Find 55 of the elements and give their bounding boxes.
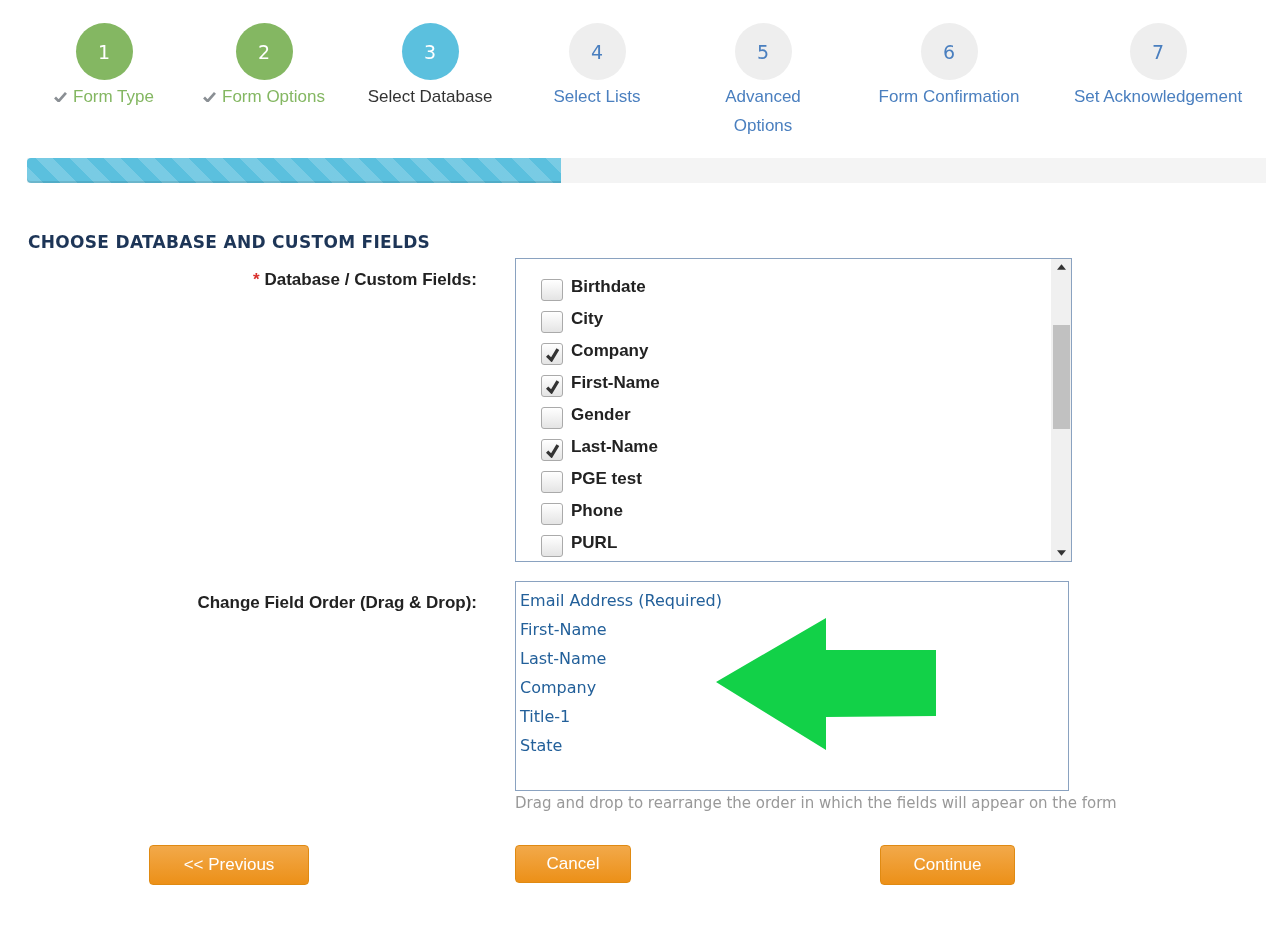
field-order-item[interactable]: Email Address (Required) [520,586,722,615]
checkbox-label: Company [571,341,649,361]
field-order-item[interactable]: Title-1 [520,702,571,731]
checkbox[interactable] [541,279,563,301]
checkbox-label: Phone [571,501,623,521]
step-number[interactable]: 1 [75,23,133,80]
step-label[interactable]: Form Confirmation [878,82,1020,111]
field-order-item[interactable]: Company [520,673,597,702]
step-label[interactable]: Select Lists [553,82,641,111]
checkbox-label: City [571,309,604,329]
step-number[interactable]: 5 [734,23,792,80]
field-order-item[interactable]: Last-Name [520,644,607,673]
checkbox-label: First-Name [571,373,660,393]
scrollbar[interactable] [1051,259,1071,561]
continue-button[interactable]: Continue [880,845,1015,885]
field-order-list[interactable]: Email Address (Required) First-Name Last-Name Company Title-1 State [515,581,1069,791]
checkbox-label: Last-Name [571,437,658,457]
step-number[interactable]: 4 [568,23,626,80]
step-label[interactable]: Form Type [73,82,154,111]
checkbox[interactable] [541,343,563,365]
checkbox[interactable] [541,439,563,461]
checkbox-label: Gender [571,405,631,425]
cancel-button[interactable]: Cancel [515,845,631,883]
checkbox[interactable] [541,407,563,429]
step-number[interactable]: 2 [235,23,293,80]
step-number[interactable]: 7 [1129,23,1187,80]
checkbox[interactable] [541,375,563,397]
field-order-item[interactable]: First-Name [520,615,607,644]
field-label: Change Field Order (Drag & Drop): [197,593,477,612]
checkbox[interactable] [541,503,563,525]
checkbox-label: PURL [571,533,618,553]
step-number[interactable]: 3 [401,23,459,80]
check-icon [203,92,216,102]
step-label[interactable]: Advanced Options [713,82,813,140]
step-label[interactable]: Select Database [367,82,493,111]
field-label: Database / Custom Fields: [264,270,477,289]
checkbox-label: Birthdate [571,277,646,297]
step-label[interactable]: Form Options [222,82,325,111]
previous-button[interactable]: << Previous [149,845,309,885]
required-mark: * [253,270,260,289]
check-icon [54,92,68,102]
custom-fields-list[interactable]: Birthdate City Company First-Name Gender Last-Name PGE test Phone PURL [515,258,1072,562]
checkbox[interactable] [541,311,563,333]
step-label[interactable]: Set Acknowledgement [1073,82,1243,111]
scroll-thumb[interactable] [1052,325,1070,429]
checkbox[interactable] [541,471,563,493]
section-title: CHOOSE DATABASE AND CUSTOM FIELDS [28,232,432,252]
field-order-item[interactable]: State [520,731,563,760]
scroll-up-icon[interactable] [1056,264,1066,270]
scroll-down-icon[interactable] [1056,550,1066,556]
checkbox-label: PGE test [571,469,642,489]
hint-text: Drag and drop to rearrange the order in which the fields will appear on the form [515,794,1117,812]
checkbox[interactable] [541,535,563,557]
arrow-icon [716,618,936,750]
step-number[interactable]: 6 [920,23,978,80]
